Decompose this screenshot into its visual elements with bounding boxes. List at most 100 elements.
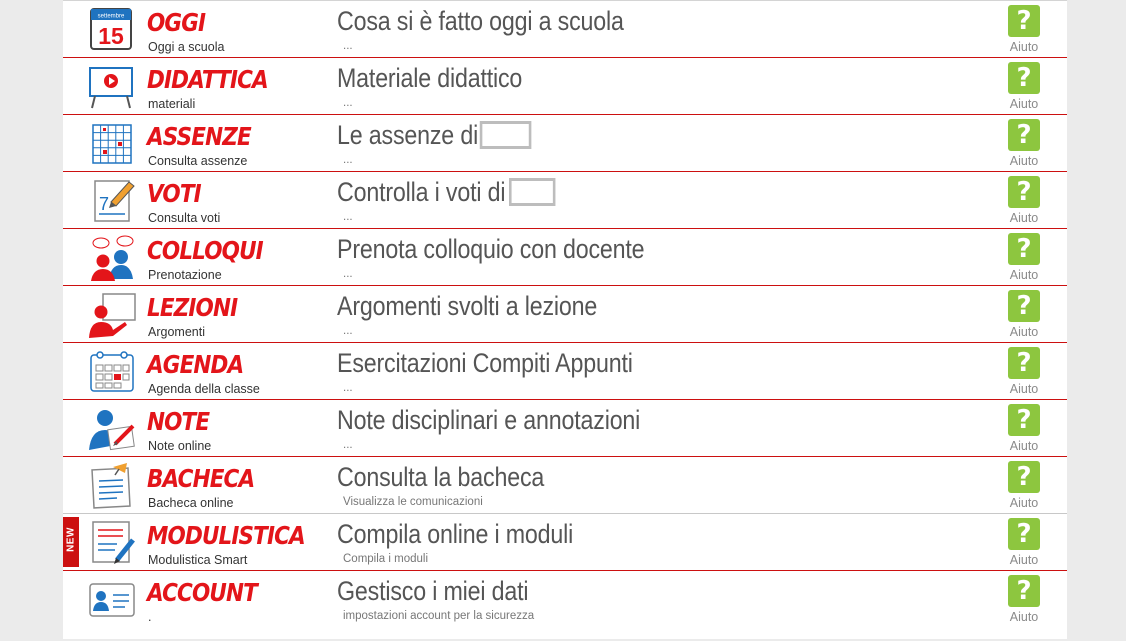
help-label[interactable]: Aiuto (1001, 154, 1047, 168)
help-label[interactable]: Aiuto (1001, 496, 1047, 510)
footer-text (63, 632, 1067, 641)
help-note[interactable]: ? Aiuto (1007, 404, 1041, 454)
assenze-subtitle: Consulta assenze (148, 154, 248, 168)
meeting-people-icon[interactable] (87, 233, 137, 281)
colloqui-subtitle: Prenotazione (148, 268, 222, 282)
help-didattica[interactable]: ? Aiuto (1007, 62, 1041, 112)
menu-row-agenda[interactable]: AGENDA Agenda della classe Esercitazioni… (63, 343, 1067, 400)
note-heading[interactable]: Note disciplinari e annotazioni (337, 403, 640, 437)
help-voti[interactable]: ? Aiuto (1007, 176, 1041, 226)
help-question-icon[interactable]: ? (1008, 5, 1040, 37)
help-question-icon[interactable]: ? (1008, 575, 1040, 607)
help-question-icon[interactable]: ? (1008, 176, 1040, 208)
modulistica-title[interactable]: MODULISTICA (147, 520, 306, 552)
oggi-description: ... (343, 40, 353, 52)
notice-board-icon[interactable] (87, 461, 137, 509)
account-subtitle: . (148, 610, 152, 624)
help-question-icon[interactable]: ? (1008, 119, 1040, 151)
help-agenda[interactable]: ? Aiuto (1007, 347, 1041, 397)
help-question-icon[interactable]: ? (1008, 404, 1040, 436)
oggi-heading[interactable]: Cosa si è fatto oggi a scuola (337, 4, 624, 38)
help-question-icon[interactable]: ? (1008, 290, 1040, 322)
menu-panel: settembre 15 OGGI Oggi a scuola Cosa si … (63, 0, 1067, 639)
agenda-calendar-icon[interactable] (87, 347, 137, 395)
attendance-grid-icon[interactable] (87, 119, 137, 167)
account-title[interactable]: ACCOUNT (147, 577, 258, 609)
menu-row-bacheca[interactable]: BACHECA Bacheca online Consulta la bache… (63, 457, 1067, 514)
menu-row-modulistica[interactable]: NEW MODULISTICA Modulistica Smart Compil… (63, 514, 1067, 571)
didattica-subtitle: materiali (148, 97, 196, 111)
grade-pencil-icon[interactable]: 7 (87, 176, 137, 224)
colloqui-title[interactable]: COLLOQUI (147, 235, 264, 267)
agenda-title[interactable]: AGENDA (147, 349, 244, 381)
presentation-board-icon[interactable] (87, 62, 137, 110)
lezioni-heading[interactable]: Argomenti svolti a lezione (337, 289, 597, 323)
bacheca-description: Visualizza le comunicazioni (343, 496, 483, 508)
menu-row-note[interactable]: NOTE Note online Note disciplinari e ann… (63, 400, 1067, 457)
menu-row-oggi[interactable]: settembre 15 OGGI Oggi a scuola Cosa si … (63, 1, 1067, 58)
bacheca-title[interactable]: BACHECA (147, 463, 255, 495)
help-question-icon[interactable]: ? (1008, 62, 1040, 94)
assenze-description: ... (343, 154, 353, 166)
menu-row-colloqui[interactable]: COLLOQUI Prenotazione Prenota colloquio … (63, 229, 1067, 286)
help-assenze[interactable]: ? Aiuto (1007, 119, 1041, 169)
menu-row-didattica[interactable]: DIDATTICA materiali Materiale didattico … (63, 58, 1067, 115)
form-pen-icon[interactable] (87, 518, 137, 566)
menu-row-lezioni[interactable]: LEZIONI Argomenti Argomenti svolti a lez… (63, 286, 1067, 343)
didattica-title[interactable]: DIDATTICA (147, 64, 269, 96)
modulistica-description: Compila i moduli (343, 553, 429, 565)
student-name-placeholder (479, 121, 532, 149)
help-label[interactable]: Aiuto (1001, 325, 1047, 339)
agenda-heading[interactable]: Esercitazioni Compiti Appunti (337, 346, 633, 380)
help-bacheca[interactable]: ? Aiuto (1007, 461, 1041, 511)
didattica-heading[interactable]: Materiale didattico (337, 61, 522, 95)
modulistica-heading[interactable]: Compila online i moduli (337, 517, 573, 551)
voti-title[interactable]: VOTI (147, 178, 202, 210)
help-lezioni[interactable]: ? Aiuto (1007, 290, 1041, 340)
help-label[interactable]: Aiuto (1001, 610, 1047, 624)
help-colloqui[interactable]: ? Aiuto (1007, 233, 1041, 283)
id-card-icon[interactable] (87, 575, 137, 623)
new-badge-label: NEW (65, 527, 77, 552)
help-question-icon[interactable]: ? (1008, 233, 1040, 265)
teacher-board-icon[interactable] (87, 290, 137, 338)
bacheca-subtitle: Bacheca online (148, 496, 234, 510)
help-label[interactable]: Aiuto (1001, 439, 1047, 453)
help-question-icon[interactable]: ? (1008, 461, 1040, 493)
menu-row-account[interactable]: ACCOUNT . Gestisco i miei dati impostazi… (63, 571, 1067, 627)
help-question-icon[interactable]: ? (1008, 347, 1040, 379)
help-modulistica[interactable]: ? Aiuto (1007, 518, 1041, 568)
help-label[interactable]: Aiuto (1001, 211, 1047, 225)
colloqui-heading[interactable]: Prenota colloquio con docente (337, 232, 645, 266)
student-note-icon[interactable] (87, 404, 137, 452)
assenze-heading-text: Le assenze di (337, 120, 479, 150)
menu-row-voti[interactable]: 7 VOTI Consulta voti Controlla i voti di… (63, 172, 1067, 229)
calendar-icon[interactable]: settembre 15 (87, 5, 137, 53)
bacheca-heading[interactable]: Consulta la bacheca (337, 460, 544, 494)
student-name-placeholder (508, 178, 556, 206)
note-subtitle: Note online (148, 439, 212, 453)
help-label[interactable]: Aiuto (1001, 97, 1047, 111)
lezioni-description: ... (343, 325, 353, 337)
note-description: ... (343, 439, 353, 451)
assenze-title[interactable]: ASSENZE (147, 121, 252, 153)
lezioni-title[interactable]: LEZIONI (147, 292, 238, 324)
help-label[interactable]: Aiuto (1001, 268, 1047, 282)
assenze-heading[interactable]: Le assenze di (337, 118, 532, 152)
help-label[interactable]: Aiuto (1001, 40, 1047, 54)
agenda-subtitle: Agenda della classe (148, 382, 260, 396)
help-oggi[interactable]: ? Aiuto (1007, 5, 1041, 55)
help-account[interactable]: ? Aiuto (1007, 575, 1041, 625)
account-heading[interactable]: Gestisco i miei dati (337, 574, 529, 608)
help-label[interactable]: Aiuto (1001, 382, 1047, 396)
help-label[interactable]: Aiuto (1001, 553, 1047, 567)
lezioni-subtitle: Argomenti (148, 325, 205, 339)
menu-row-assenze[interactable]: ASSENZE Consulta assenze Le assenze di .… (63, 115, 1067, 172)
calendar-day-label: 15 (98, 23, 124, 49)
voti-heading[interactable]: Controlla i voti di (337, 175, 556, 209)
help-question-icon[interactable]: ? (1008, 518, 1040, 550)
oggi-title[interactable]: OGGI (147, 7, 206, 39)
note-title[interactable]: NOTE (147, 406, 210, 438)
colloqui-description: ... (343, 268, 353, 280)
oggi-subtitle: Oggi a scuola (148, 40, 225, 54)
